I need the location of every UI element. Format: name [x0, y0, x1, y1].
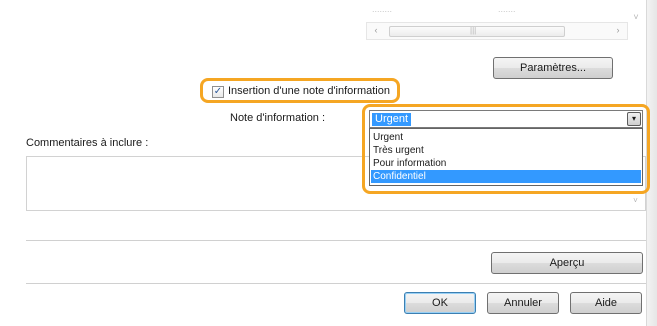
insertion-checkbox[interactable]: ✓ [212, 86, 224, 98]
divider [26, 283, 646, 284]
list-horizontal-scrollbar[interactable]: ‹ ||| › [366, 22, 628, 40]
option-urgent[interactable]: Urgent [371, 131, 641, 144]
divider [26, 240, 646, 241]
parametres-button[interactable]: Paramètres... [493, 57, 613, 79]
option-tres-urgent[interactable]: Très urgent [371, 144, 641, 157]
print-settings-dialog: ........ ....... ˅ ‹ ||| › Paramètres...… [0, 0, 657, 326]
scroll-down-arrow-icon[interactable]: ˅ [630, 12, 642, 22]
scroll-right-arrow-icon[interactable]: › [611, 25, 625, 35]
option-confidentiel[interactable]: Confidentiel [371, 170, 641, 183]
textarea-scroll-down-icon[interactable]: ˅ [628, 196, 643, 205]
insertion-checkbox-label[interactable]: Insertion d'une note d'information [228, 85, 390, 97]
column-header-1: ........ [372, 4, 393, 14]
note-dropdown[interactable]: Urgent ▾ [369, 110, 643, 128]
aide-button[interactable]: Aide [570, 292, 642, 314]
list-vertical-scrollbar[interactable]: ˅ [630, 6, 642, 46]
grip-icon: ||| [470, 26, 477, 35]
option-pour-information[interactable]: Pour information [371, 157, 641, 170]
dropdown-arrow-icon[interactable]: ▾ [627, 112, 641, 126]
note-label: Note d'information : [230, 112, 326, 124]
apercu-button[interactable]: Aperçu [491, 252, 643, 274]
annuler-button[interactable]: Annuler [487, 292, 559, 314]
partial-column-headers: ........ ....... [370, 4, 570, 14]
comments-label: Commentaires à inclure : [26, 137, 149, 149]
ok-button[interactable]: OK [404, 292, 476, 314]
column-header-2: ....... [498, 4, 516, 14]
scroll-left-arrow-icon[interactable]: ‹ [369, 25, 383, 35]
note-options-list[interactable]: Urgent Très urgent Pour information Conf… [369, 128, 643, 186]
note-selected-value: Urgent [372, 113, 412, 126]
scrollbar-thumb[interactable]: ||| [389, 26, 565, 37]
